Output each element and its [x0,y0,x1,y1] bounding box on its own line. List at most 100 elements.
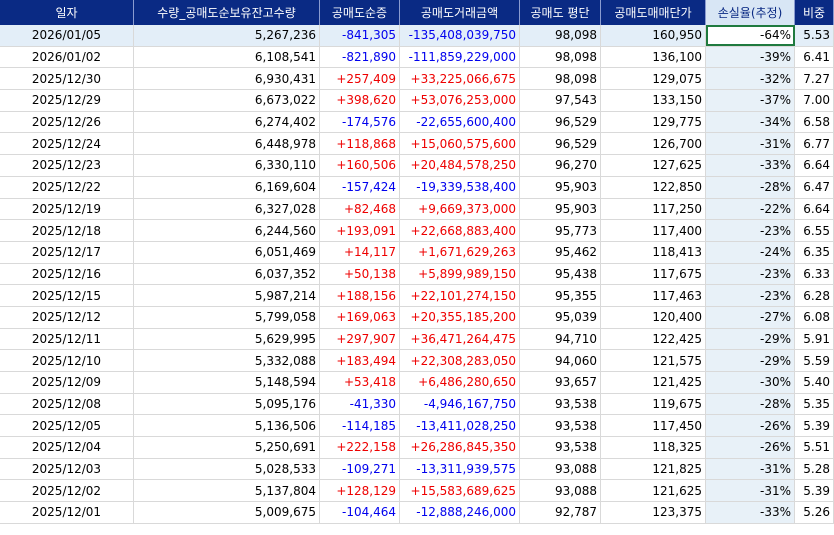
cell-weight[interactable]: 5.28 [795,458,834,480]
cell-loss-rate[interactable]: -30% [706,372,795,393]
table-row[interactable]: 2025/12/09 5,148,594 +53,418 +6,486,280,650… [0,372,834,394]
cell-loss-rate[interactable]: -39% [706,46,795,68]
cell-date[interactable]: 2025/12/01 [0,502,134,523]
cell-net-change[interactable]: -157,424 [320,176,400,198]
cell-net-change[interactable]: +53,418 [320,372,400,393]
cell-balance-qty[interactable]: 6,244,560 [134,220,320,241]
cell-net-change[interactable]: +193,091 [320,220,400,241]
cell-balance-qty[interactable]: 5,136,506 [134,415,320,437]
cell-trade-amount[interactable]: -12,888,246,000 [400,502,520,523]
header-short-avg-price[interactable]: 공매도 평단 [520,0,601,25]
table-row[interactable]: 2025/12/23 6,330,110 +160,506 +20,484,578,2… [0,155,834,177]
cell-net-change[interactable]: +188,156 [320,285,400,306]
cell-avg-price[interactable]: 93,538 [520,393,601,415]
cell-trade-amount[interactable]: -111,859,229,000 [400,46,520,68]
cell-trade-amount[interactable]: -19,339,538,400 [400,176,520,198]
table-row[interactable]: 2025/12/05 5,136,506 -114,185 -13,411,028,2… [0,415,834,438]
cell-weight[interactable]: 6.08 [795,306,834,328]
table-row[interactable]: 2025/12/26 6,274,402 -174,576 -22,655,600,4… [0,111,834,134]
cell-trade-amount[interactable]: -4,946,167,750 [400,393,520,415]
header-date[interactable]: 일자 [0,0,134,25]
cell-trade-price[interactable]: 121,425 [601,372,706,393]
cell-weight[interactable]: 5.35 [795,393,834,415]
cell-avg-price[interactable]: 95,773 [520,220,601,241]
cell-weight[interactable]: 5.39 [795,480,834,502]
cell-net-change[interactable]: +128,129 [320,480,400,502]
cell-balance-qty[interactable]: 6,327,028 [134,198,320,220]
cell-net-change[interactable]: +82,468 [320,198,400,220]
cell-trade-price[interactable]: 121,625 [601,480,706,502]
cell-trade-price[interactable]: 120,400 [601,306,706,328]
cell-trade-amount[interactable]: +15,060,575,600 [400,133,520,155]
cell-loss-rate[interactable]: -31% [706,458,795,480]
cell-trade-amount[interactable]: +26,286,845,350 [400,437,520,458]
cell-date[interactable]: 2025/12/02 [0,480,134,502]
cell-trade-price[interactable]: 123,375 [601,502,706,523]
cell-avg-price[interactable]: 95,903 [520,198,601,220]
cell-avg-price[interactable]: 98,098 [520,25,601,46]
cell-trade-amount[interactable]: +20,484,578,250 [400,155,520,176]
cell-loss-rate[interactable]: -29% [706,328,795,350]
table-row[interactable]: 2025/12/30 6,930,431 +257,409 +33,225,066,6… [0,68,834,91]
cell-loss-rate[interactable]: -22% [706,198,795,220]
cell-weight[interactable]: 5.39 [795,415,834,437]
cell-trade-price[interactable]: 117,463 [601,285,706,306]
cell-weight[interactable]: 5.91 [795,328,834,350]
cell-balance-qty[interactable]: 5,987,214 [134,285,320,306]
cell-trade-amount[interactable]: -13,311,939,575 [400,458,520,480]
cell-net-change[interactable]: -841,305 [320,25,400,46]
cell-loss-rate[interactable]: -32% [706,68,795,90]
cell-loss-rate[interactable]: -24% [706,241,795,263]
table-row[interactable]: 2026/01/02 6,108,541 -821,890 -111,859,229,… [0,46,834,69]
cell-trade-amount[interactable]: +5,899,989,150 [400,263,520,285]
cell-avg-price[interactable]: 96,270 [520,155,601,176]
cell-avg-price[interactable]: 98,098 [520,68,601,90]
cell-weight[interactable]: 6.41 [795,46,834,68]
cell-net-change[interactable]: +297,907 [320,328,400,350]
cell-date[interactable]: 2025/12/22 [0,176,134,198]
cell-balance-qty[interactable]: 6,051,469 [134,241,320,263]
cell-date[interactable]: 2025/12/18 [0,220,134,241]
header-short-trade-price[interactable]: 공매도매매단가 [601,0,706,25]
cell-avg-price[interactable]: 93,088 [520,458,601,480]
cell-loss-rate[interactable]: -27% [706,306,795,328]
cell-trade-amount[interactable]: +22,668,883,400 [400,220,520,241]
cell-trade-price[interactable]: 117,400 [601,220,706,241]
cell-trade-amount[interactable]: +53,076,253,000 [400,90,520,111]
cell-date[interactable]: 2025/12/11 [0,328,134,350]
cell-date[interactable]: 2025/12/16 [0,263,134,285]
cell-trade-price[interactable]: 129,775 [601,111,706,133]
cell-date[interactable]: 2025/12/24 [0,133,134,155]
cell-avg-price[interactable]: 98,098 [520,46,601,68]
table-row[interactable]: 2025/12/17 6,051,469 +14,117 +1,671,629,263… [0,241,834,264]
cell-balance-qty[interactable]: 6,930,431 [134,68,320,90]
cell-weight[interactable]: 5.51 [795,437,834,458]
cell-trade-amount[interactable]: +20,355,185,200 [400,306,520,328]
cell-trade-price[interactable]: 118,413 [601,241,706,263]
table-row[interactable]: 2025/12/22 6,169,604 -157,424 -19,339,538,4… [0,176,834,199]
cell-avg-price[interactable]: 94,710 [520,328,601,350]
cell-trade-price[interactable]: 127,625 [601,155,706,176]
cell-date[interactable]: 2026/01/02 [0,46,134,68]
cell-trade-price[interactable]: 118,325 [601,437,706,458]
table-row[interactable]: 2025/12/19 6,327,028 +82,468 +9,669,373,000… [0,198,834,221]
cell-avg-price[interactable]: 93,657 [520,372,601,393]
cell-trade-price[interactable]: 117,250 [601,198,706,220]
cell-balance-qty[interactable]: 5,267,236 [134,25,320,46]
cell-net-change[interactable]: -821,890 [320,46,400,68]
cell-balance-qty[interactable]: 5,332,088 [134,350,320,371]
cell-balance-qty[interactable]: 5,148,594 [134,372,320,393]
cell-net-change[interactable]: -41,330 [320,393,400,415]
cell-balance-qty[interactable]: 6,169,604 [134,176,320,198]
cell-balance-qty[interactable]: 5,250,691 [134,437,320,458]
cell-trade-price[interactable]: 117,675 [601,263,706,285]
cell-trade-price[interactable]: 121,575 [601,350,706,371]
cell-loss-rate[interactable]: -33% [706,502,795,523]
table-row[interactable]: 2025/12/12 5,799,058 +169,063 +20,355,185,2… [0,306,834,329]
cell-balance-qty[interactable]: 5,028,533 [134,458,320,480]
cell-avg-price[interactable]: 95,462 [520,241,601,263]
cell-weight[interactable]: 6.33 [795,263,834,285]
cell-trade-amount[interactable]: +6,486,280,650 [400,372,520,393]
cell-net-change[interactable]: +14,117 [320,241,400,263]
cell-date[interactable]: 2025/12/03 [0,458,134,480]
